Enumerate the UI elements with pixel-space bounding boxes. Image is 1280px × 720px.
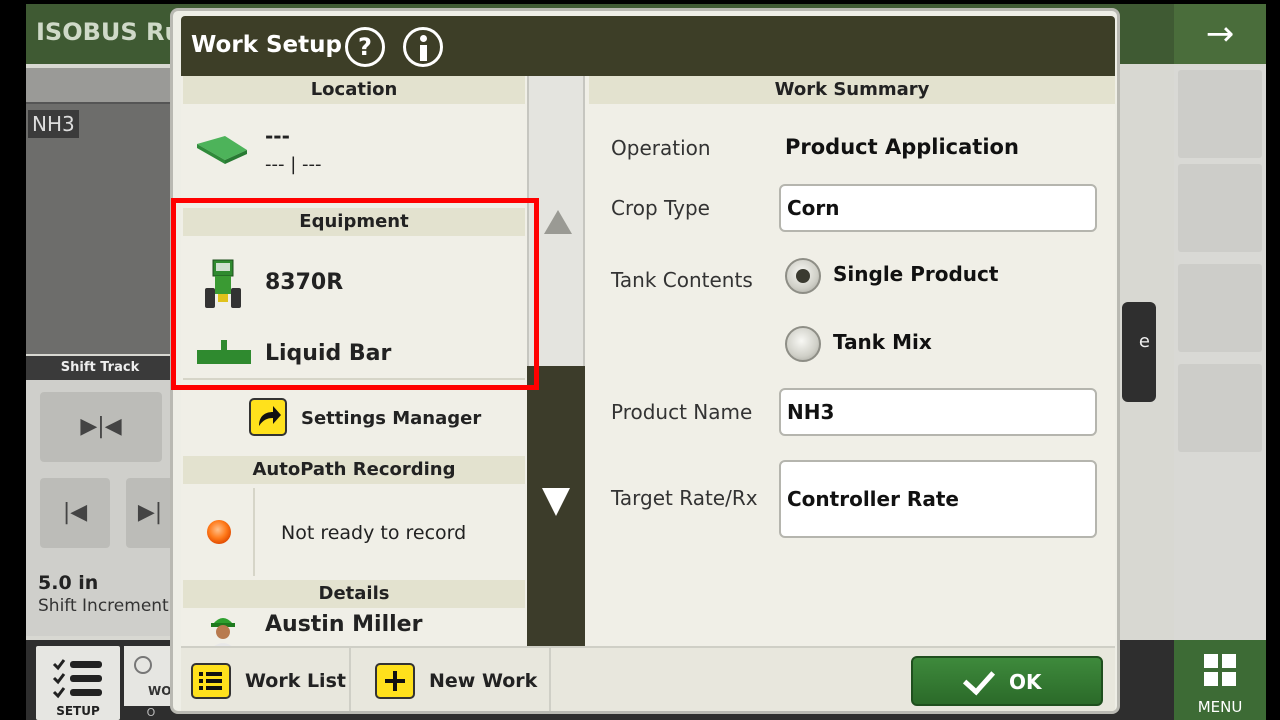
autopath-header: AutoPath Recording [183, 456, 525, 484]
product-name-field[interactable]: NH3 [779, 388, 1097, 436]
grid-icon [1204, 654, 1236, 686]
equipment-highlight-box [171, 198, 539, 390]
app-title: ISOBUS Ru [36, 18, 182, 46]
dialog-footer: Work List New Work OK [181, 646, 1115, 711]
single-product-radio[interactable] [785, 258, 821, 294]
shift-right-button[interactable]: ▶| [126, 478, 174, 548]
operation-label: Operation [611, 136, 711, 160]
location-header: Location [183, 76, 525, 104]
location-section[interactable]: --- --- | --- [183, 104, 525, 208]
checkmark-icon [962, 662, 996, 696]
crop-type-field[interactable]: Corn [779, 184, 1097, 232]
rate-controller-tile[interactable] [1178, 70, 1262, 158]
dialog-title-bar: Work Setup ? [181, 16, 1115, 76]
operator-avatar-icon [211, 618, 235, 646]
map-strip [26, 68, 174, 104]
operation-value: Product Application [785, 135, 1019, 159]
menu-button[interactable]: MENU [1174, 640, 1266, 720]
product-name-label: Product Name [611, 400, 753, 424]
down-arrow-icon [542, 488, 570, 516]
plus-icon [375, 663, 415, 699]
autopath-section[interactable]: Not ready to record [183, 484, 525, 580]
diagnostics-tile[interactable] [1178, 364, 1262, 452]
settings-manager-label: Settings Manager [301, 408, 482, 429]
operator-name: Austin Miller [265, 612, 423, 637]
new-work-label: New Work [429, 670, 538, 692]
work-list-label: Work List [245, 670, 346, 692]
tank-mix-radio[interactable] [785, 326, 821, 362]
setup-shortcut-tile[interactable] [1178, 164, 1262, 252]
ok-label: OK [1009, 670, 1042, 694]
tank-contents-label: Tank Contents [611, 268, 753, 292]
setup-label: SETUP [56, 704, 100, 718]
location-line-1: --- [265, 124, 290, 148]
background-dark-button[interactable]: e [1122, 302, 1156, 402]
partial-label: WO [148, 684, 172, 698]
autopath-status: Not ready to record [281, 522, 467, 544]
target-rate-label: Target Rate/Rx [611, 486, 758, 510]
help-icon[interactable]: ? [345, 27, 385, 67]
shift-increment-value: 5.0 in [38, 572, 99, 594]
new-work-button[interactable]: New Work [351, 648, 551, 711]
details-header: Details [183, 580, 525, 608]
setup-button[interactable]: SETUP [36, 646, 120, 720]
radio-icon [134, 656, 152, 674]
info-icon[interactable] [403, 27, 443, 67]
map-product-label: NH3 [28, 110, 79, 138]
ok-button[interactable]: OK [911, 656, 1103, 706]
dialog-title: Work Setup [191, 32, 342, 58]
settings-manager-button[interactable] [249, 398, 287, 436]
shift-increment-label: Shift Increment [38, 596, 169, 616]
field-boundary-icon [197, 136, 247, 164]
right-shortcut-column [1174, 66, 1266, 640]
up-arrow-icon [544, 210, 572, 234]
tank-mix-label[interactable]: Tank Mix [833, 330, 932, 354]
shift-track-header: Shift Track [26, 356, 174, 380]
map-pane: NH3 [26, 68, 174, 354]
center-track-button[interactable]: ▶|◀ [40, 392, 162, 462]
list-icon [191, 663, 231, 699]
divider [253, 488, 255, 576]
target-rate-field[interactable]: Controller Rate [779, 460, 1097, 538]
details-section[interactable]: Austin Miller [183, 608, 525, 646]
checklist-icon [52, 659, 102, 699]
location-line-2: --- | --- [265, 154, 322, 175]
share-arrow-icon [259, 406, 281, 426]
menu-label: MENU [1197, 698, 1243, 716]
work-list-button[interactable]: Work List [181, 648, 351, 711]
work-summary-header: Work Summary [589, 76, 1115, 104]
shift-left-button[interactable]: |◀ [40, 478, 110, 548]
single-product-label[interactable]: Single Product [833, 262, 998, 286]
scroll-down-button[interactable] [527, 366, 585, 646]
settings-manager-row[interactable]: Settings Manager [183, 382, 525, 456]
next-arrow-button[interactable]: → [1174, 4, 1266, 64]
crop-type-label: Crop Type [611, 196, 710, 220]
totals-tile[interactable] [1178, 264, 1262, 352]
recording-status-icon [207, 520, 231, 544]
